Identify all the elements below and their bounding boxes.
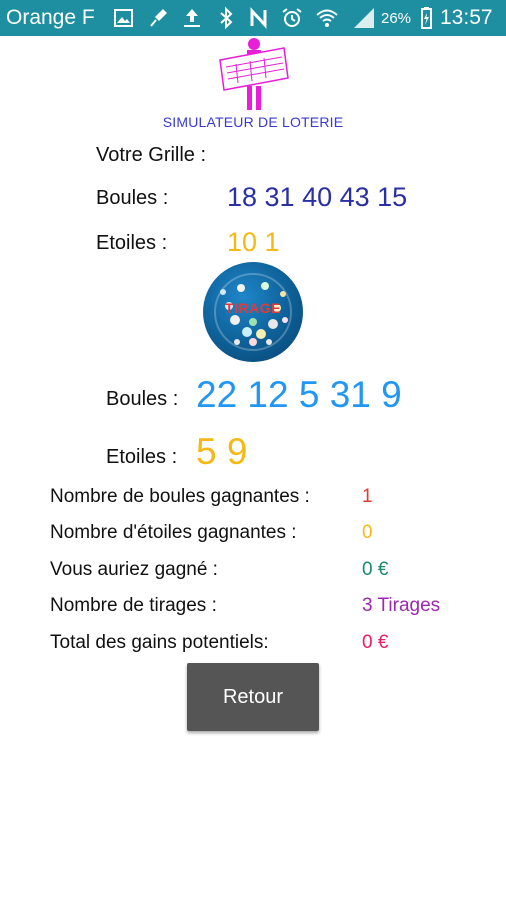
grid-balls-label: Boules :	[96, 187, 169, 209]
drawn-balls-value: 22 12 5 31 9	[196, 374, 402, 415]
drawn-stars-label: Etoiles :	[106, 446, 178, 468]
grid-balls-value: 18 31 40 43 15	[227, 182, 408, 212]
draw-button[interactable]: TIRAGE	[203, 262, 303, 362]
bluetooth-icon	[220, 6, 233, 30]
alarm-icon	[282, 8, 302, 27]
grid-stars-value: 10 1	[227, 227, 280, 257]
back-button[interactable]: Retour	[187, 663, 319, 731]
battery-charging-icon	[421, 7, 432, 29]
signal-icon	[354, 8, 374, 28]
battery-percent: 26%	[381, 10, 412, 27]
winning-balls-value: 1	[362, 486, 373, 507]
microphone-icon	[150, 9, 167, 27]
wifi-icon	[316, 9, 338, 27]
status-bar: Orange F 26% 13:57	[0, 0, 506, 36]
draw-count-value: 3 Tirages	[362, 595, 441, 616]
total-winnings-value: 0 €	[362, 632, 389, 653]
app-title: SIMULATEUR DE LOTERIE	[162, 114, 344, 130]
would-have-won-value: 0 €	[362, 559, 389, 580]
upload-icon	[184, 9, 200, 27]
grid-heading: Votre Grille :	[96, 144, 207, 166]
clock-time: 13:57	[440, 6, 493, 29]
nfc-icon	[250, 7, 267, 29]
winning-stars-label: Nombre d'étoiles gagnantes :	[50, 522, 297, 543]
grid-stars-label: Etoiles :	[96, 232, 168, 254]
carrier-name: Orange F	[6, 6, 95, 29]
would-have-won-label: Vous auriez gagné :	[50, 559, 218, 580]
winning-balls-label: Nombre de boules gagnantes :	[50, 486, 310, 507]
image-icon	[114, 9, 133, 27]
total-winnings-label: Total des gains potentiels:	[50, 632, 269, 653]
draw-count-label: Nombre de tirages :	[50, 595, 217, 616]
winning-stars-value: 0	[362, 522, 373, 543]
drawn-balls-label: Boules :	[106, 388, 179, 410]
lottery-person-ticket-icon	[219, 38, 289, 110]
drawn-stars-value: 5 9	[196, 431, 248, 472]
draw-button-label: TIRAGE	[225, 300, 281, 316]
